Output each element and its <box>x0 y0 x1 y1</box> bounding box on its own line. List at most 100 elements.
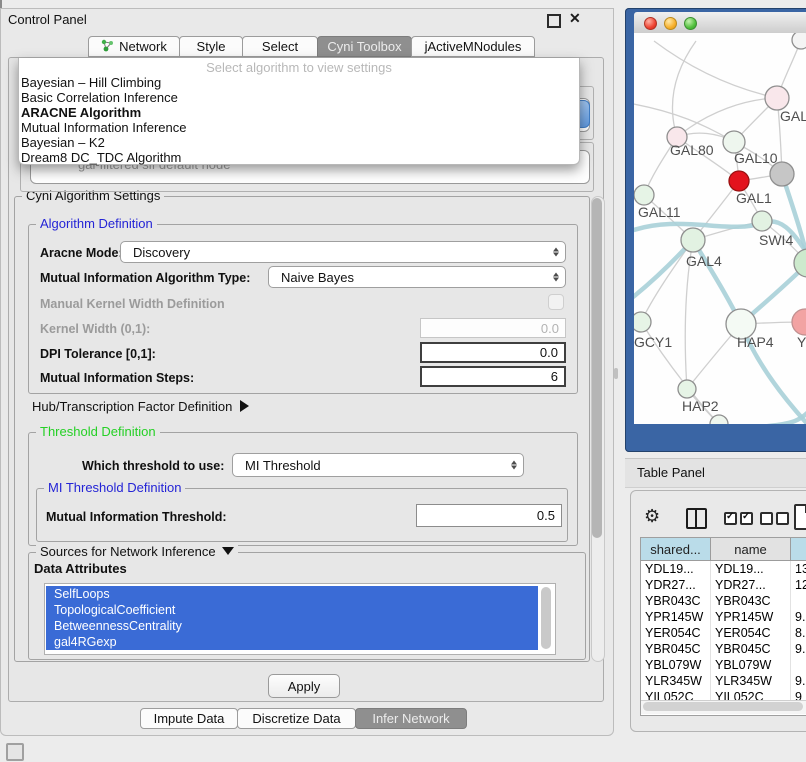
mi-threshold-input[interactable]: 0.5 <box>416 504 562 527</box>
tab-label: Impute Data <box>154 711 225 726</box>
node-label: HAP4 <box>737 334 774 350</box>
table-cell: YDL19... <box>711 561 791 577</box>
manual-kernel-checkbox[interactable] <box>548 294 564 310</box>
tab-infer-network[interactable]: Infer Network <box>355 708 467 729</box>
network-edge <box>634 240 693 301</box>
mi-steps-input[interactable]: 6 <box>420 366 566 387</box>
table-row[interactable]: YBR043CYBR043C <box>641 593 806 609</box>
network-node[interactable] <box>729 171 749 191</box>
tab-discretize-data[interactable]: Discretize Data <box>237 708 356 729</box>
table-cell: 9 <box>791 689 806 700</box>
list-scrollbar-thumb[interactable] <box>541 587 551 649</box>
algorithm-option[interactable]: Mutual Information Inference <box>21 120 561 135</box>
network-node[interactable] <box>792 33 806 49</box>
node-label: HAP2 <box>682 398 719 414</box>
node-label: GAL1 <box>736 190 772 206</box>
table-row[interactable]: YBL079WYBL079W <box>641 657 806 673</box>
mi-threshold-label: Mutual Information Threshold: <box>46 510 227 524</box>
aracne-mode-select[interactable]: Discovery <box>120 241 566 263</box>
algorithm-option[interactable]: Bayesian – Hill Climbing <box>21 75 561 90</box>
table-rows[interactable]: YDL19...YDL19...13YDR27...YDR27...12YBR0… <box>641 561 806 700</box>
network-node[interactable] <box>634 185 654 205</box>
list-item[interactable]: gal4RGexp <box>46 634 538 650</box>
checked-box-icon <box>724 512 737 525</box>
split-columns-icon[interactable] <box>686 508 707 529</box>
network-canvas[interactable]: GAL7GAL80GAL10GAL1GAL11SWI4GAL4GCY1HAP4Y… <box>634 33 806 424</box>
list-item[interactable]: SelfLoops <box>46 586 538 602</box>
network-graph: GAL7GAL80GAL10GAL1GAL11SWI4GAL4GCY1HAP4Y… <box>634 33 806 424</box>
node-label: GAL80 <box>670 142 714 158</box>
panel-grip-icon[interactable] <box>6 743 24 761</box>
network-node[interactable] <box>792 309 806 335</box>
column-header-name[interactable]: name <box>711 538 791 561</box>
zoom-window-icon[interactable] <box>684 17 697 30</box>
table-row[interactable]: YBR045CYBR045C9. <box>641 641 806 657</box>
column-header-partial[interactable] <box>791 538 806 561</box>
hub-definition-label: Hub/Transcription Factor Definition <box>32 399 232 414</box>
list-item[interactable]: TopologicalCoefficient <box>46 602 538 618</box>
mi-algorithm-type-select[interactable]: Naive Bayes <box>268 266 566 288</box>
sources-expander[interactable]: Sources for Network Inference <box>36 545 238 559</box>
table-cell: YDR27... <box>711 577 791 593</box>
network-node[interactable] <box>752 211 772 231</box>
gear-icon[interactable]: ⚙ <box>644 506 660 527</box>
table-cell: YPR145W <box>711 609 791 625</box>
which-threshold-select[interactable]: MI Threshold <box>232 453 524 477</box>
table-row[interactable]: YER054CYER054C8. <box>641 625 806 641</box>
tab-impute-data[interactable]: Impute Data <box>140 708 238 729</box>
algorithm-option-highlighted[interactable]: ARACNE Algorithm <box>21 105 561 120</box>
network-icon <box>101 39 114 55</box>
network-node[interactable] <box>678 380 696 398</box>
deselect-all-icon[interactable] <box>760 512 789 525</box>
table-row[interactable]: YDR27...YDR27...12 <box>641 577 806 593</box>
algorithm-option[interactable]: Basic Correlation Inference <box>21 90 561 105</box>
table-row[interactable]: YIL052CYIL052C9 <box>641 689 806 700</box>
select-all-icon[interactable] <box>724 512 753 525</box>
network-node[interactable] <box>765 86 789 110</box>
node-label: GAL7 <box>780 108 806 124</box>
data-attributes-list[interactable]: SelfLoops TopologicalCoefficient Between… <box>44 583 556 655</box>
splitter-handle[interactable] <box>614 368 618 379</box>
mi-algorithm-type-label: Mutual Information Algorithm Type: <box>40 271 250 285</box>
table-cell: YBR043C <box>711 593 791 609</box>
group-title: Threshold Definition <box>36 425 160 439</box>
column-header-shared[interactable]: shared... <box>641 538 711 561</box>
selected-value: Naive Bayes <box>281 270 354 285</box>
dpi-tolerance-label: DPI Tolerance [0,1]: <box>40 347 156 361</box>
panel-title: Control Panel <box>8 12 87 27</box>
tab-cyni-toolbox[interactable]: Cyni Toolbox <box>317 36 412 57</box>
dpi-tolerance-input[interactable]: 0.0 <box>420 342 566 363</box>
algorithm-option[interactable]: Bayesian – K2 <box>21 135 561 150</box>
close-window-icon[interactable] <box>644 17 657 30</box>
tab-label: Infer Network <box>372 711 449 726</box>
tab-network[interactable]: Network <box>88 36 180 57</box>
list-item[interactable]: BetweennessCentrality <box>46 618 538 634</box>
document-icon[interactable] <box>794 504 806 530</box>
network-window-titlebar[interactable] <box>634 12 806 34</box>
float-window-icon[interactable] <box>547 14 561 28</box>
apply-button[interactable]: Apply <box>268 674 340 698</box>
table-row[interactable]: YPR145WYPR145W9. <box>641 609 806 625</box>
network-node[interactable] <box>634 312 651 332</box>
close-icon[interactable]: ✕ <box>569 10 581 27</box>
network-node[interactable] <box>770 162 794 186</box>
settings-scrollbar-thumb[interactable] <box>592 198 602 538</box>
algorithm-option[interactable]: Dream8 DC_TDC Algorithm <box>21 150 561 165</box>
tab-jactivemnodules[interactable]: jActiveMNodules <box>411 36 535 57</box>
table-hscrollbar-thumb[interactable] <box>643 702 803 711</box>
tab-style[interactable]: Style <box>179 36 243 57</box>
hub-definition-expander[interactable]: Hub/Transcription Factor Definition <box>32 399 249 414</box>
sources-title: Sources for Network Inference <box>40 544 216 559</box>
tab-select[interactable]: Select <box>242 36 318 57</box>
table-row[interactable]: YDL19...YDL19...13 <box>641 561 806 577</box>
unchecked-box-icon <box>760 512 773 525</box>
dropdown-placeholder: Select algorithm to view settings <box>19 60 579 75</box>
kernel-width-input[interactable]: 0.0 <box>420 318 566 338</box>
table-row[interactable]: YLR345WYLR345W9. <box>641 673 806 689</box>
minimize-window-icon[interactable] <box>664 17 677 30</box>
network-node[interactable] <box>681 228 705 252</box>
table-cell: YLR345W <box>711 673 791 689</box>
spinner-icon <box>553 248 559 257</box>
kernel-width-label: Kernel Width (0,1): <box>40 322 150 336</box>
checked-box-icon <box>740 512 753 525</box>
